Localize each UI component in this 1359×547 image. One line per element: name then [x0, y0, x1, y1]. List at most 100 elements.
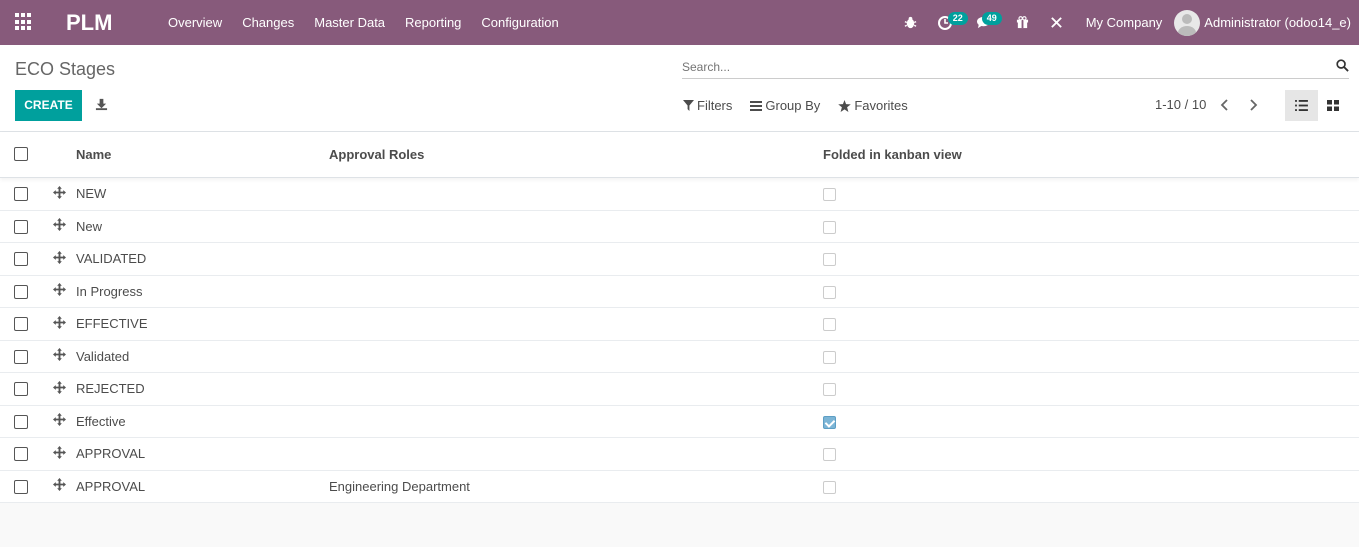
filters-dropdown[interactable]: Filters: [683, 98, 732, 113]
table-row[interactable]: APPROVAL Engineering Department: [0, 471, 1359, 503]
app-brand[interactable]: PLM: [66, 10, 112, 36]
kanban-view-button[interactable]: [1318, 90, 1348, 121]
folded-checkbox: [823, 383, 836, 396]
cell-name: Validated: [76, 348, 130, 364]
cell-name: VALIDATED: [76, 251, 147, 267]
cell-name: Effective: [76, 413, 126, 429]
download-icon[interactable]: [95, 98, 108, 116]
row-checkbox[interactable]: [14, 414, 28, 429]
messages-count-badge: 49: [981, 12, 1002, 25]
menu-item-configuration[interactable]: Configuration: [471, 0, 568, 45]
row-checkbox[interactable]: [14, 187, 28, 201]
chevron-right-icon: [1250, 99, 1258, 111]
table-body: NEW New VALIDATED In Progress EFFECTIVE Valid…: [0, 178, 1359, 503]
apps-menu-icon[interactable]: [15, 13, 33, 31]
cell-name: APPROVAL: [76, 446, 146, 462]
folded-checkbox: [823, 318, 836, 331]
company-switcher[interactable]: My Company: [1074, 15, 1175, 30]
kanban-icon: [1327, 100, 1339, 111]
drag-handle-icon[interactable]: [53, 445, 66, 462]
drag-handle-icon[interactable]: [53, 315, 66, 332]
list-view-button[interactable]: [1285, 90, 1318, 121]
table-header: Name Approval Roles Folded in kanban vie…: [0, 132, 1359, 178]
search-input[interactable]: [682, 57, 1322, 77]
table-row[interactable]: EFFECTIVE: [0, 308, 1359, 341]
list-table: Name Approval Roles Folded in kanban vie…: [0, 132, 1359, 503]
pager-next-button[interactable]: [1248, 98, 1258, 116]
row-checkbox[interactable]: [14, 382, 28, 396]
row-checkbox[interactable]: [14, 349, 28, 364]
cell-name: REJECTED: [76, 381, 145, 397]
menu-item-overview[interactable]: Overview: [158, 0, 232, 45]
cell-name: NEW: [76, 186, 107, 202]
folded-checkbox: [823, 188, 836, 201]
table-row[interactable]: NEW: [0, 178, 1359, 211]
main-menu: Overview Changes Master Data Reporting C…: [158, 0, 569, 45]
activity-clock-icon[interactable]: 22: [928, 0, 968, 45]
table-row[interactable]: New: [0, 211, 1359, 243]
menu-item-master-data[interactable]: Master Data: [304, 0, 395, 45]
chevron-left-icon: [1220, 99, 1228, 111]
row-checkbox[interactable]: [14, 479, 28, 494]
favorites-dropdown[interactable]: Favorites: [838, 98, 908, 113]
folded-checkbox: [823, 350, 836, 364]
column-header-folded[interactable]: Folded in kanban view: [823, 147, 962, 162]
drag-handle-icon[interactable]: [53, 185, 66, 202]
create-button[interactable]: CREATE: [15, 90, 82, 121]
column-header-name[interactable]: Name: [76, 147, 111, 162]
row-checkbox[interactable]: [14, 284, 28, 299]
table-row[interactable]: APPROVAL: [0, 438, 1359, 471]
gift-icon[interactable]: [1006, 0, 1040, 45]
control-panel: ECO Stages CREATE Filters Group By Favor…: [0, 45, 1359, 132]
pager-value[interactable]: 1-10 / 10: [1155, 97, 1206, 112]
cell-name: New: [76, 218, 103, 234]
star-icon: [838, 99, 852, 112]
filter-icon: [683, 100, 694, 111]
row-checkbox[interactable]: [14, 447, 28, 461]
filters-label: Filters: [697, 98, 733, 113]
table-row[interactable]: Effective: [0, 406, 1359, 438]
bug-icon[interactable]: [894, 0, 928, 45]
group-by-dropdown[interactable]: Group By: [750, 98, 820, 113]
drag-handle-icon[interactable]: [53, 283, 66, 299]
folded-checkbox: [823, 253, 836, 266]
table-row[interactable]: Validated: [0, 341, 1359, 373]
menu-item-reporting[interactable]: Reporting: [395, 0, 471, 45]
pager-previous-button[interactable]: [1220, 98, 1230, 116]
folded-checkbox: [823, 415, 836, 429]
user-name: Administrator (odoo14_e): [1204, 15, 1351, 30]
row-checkbox[interactable]: [14, 252, 28, 266]
folded-checkbox: [823, 285, 836, 299]
user-menu[interactable]: Administrator (odoo14_e): [1174, 9, 1359, 36]
drag-handle-icon[interactable]: [53, 250, 66, 267]
drag-handle-icon[interactable]: [53, 478, 66, 494]
menu-item-changes[interactable]: Changes: [232, 0, 304, 45]
table-row[interactable]: VALIDATED: [0, 243, 1359, 276]
search-options: Filters Group By Favorites: [683, 98, 926, 113]
table-row[interactable]: In Progress: [0, 276, 1359, 308]
systray: 22 49 My Company Administrator (odoo14_e…: [894, 0, 1359, 45]
row-checkbox[interactable]: [14, 219, 28, 234]
bars-icon: [750, 100, 763, 111]
avatar: [1174, 9, 1201, 36]
search-icon[interactable]: [1336, 59, 1349, 77]
group-by-label: Group By: [765, 98, 821, 113]
column-header-approval-roles[interactable]: Approval Roles: [329, 147, 424, 162]
row-checkbox[interactable]: [14, 317, 28, 331]
drag-handle-icon[interactable]: [53, 413, 66, 429]
folded-checkbox: [823, 480, 836, 494]
messages-icon[interactable]: 49: [962, 0, 1006, 45]
cell-name: APPROVAL: [76, 478, 146, 494]
select-all-checkbox[interactable]: [14, 147, 28, 161]
favorites-label: Favorites: [854, 98, 908, 113]
drag-handle-icon[interactable]: [53, 380, 66, 397]
search-bar: [682, 57, 1349, 79]
folded-checkbox: [823, 220, 836, 234]
tools-icon[interactable]: [1040, 0, 1074, 45]
cell-approval-roles: Engineering Department: [329, 478, 470, 494]
table-row[interactable]: REJECTED: [0, 373, 1359, 406]
folded-checkbox: [823, 448, 836, 461]
page-title: ECO Stages: [15, 59, 116, 79]
drag-handle-icon[interactable]: [53, 218, 66, 234]
drag-handle-icon[interactable]: [53, 348, 66, 364]
